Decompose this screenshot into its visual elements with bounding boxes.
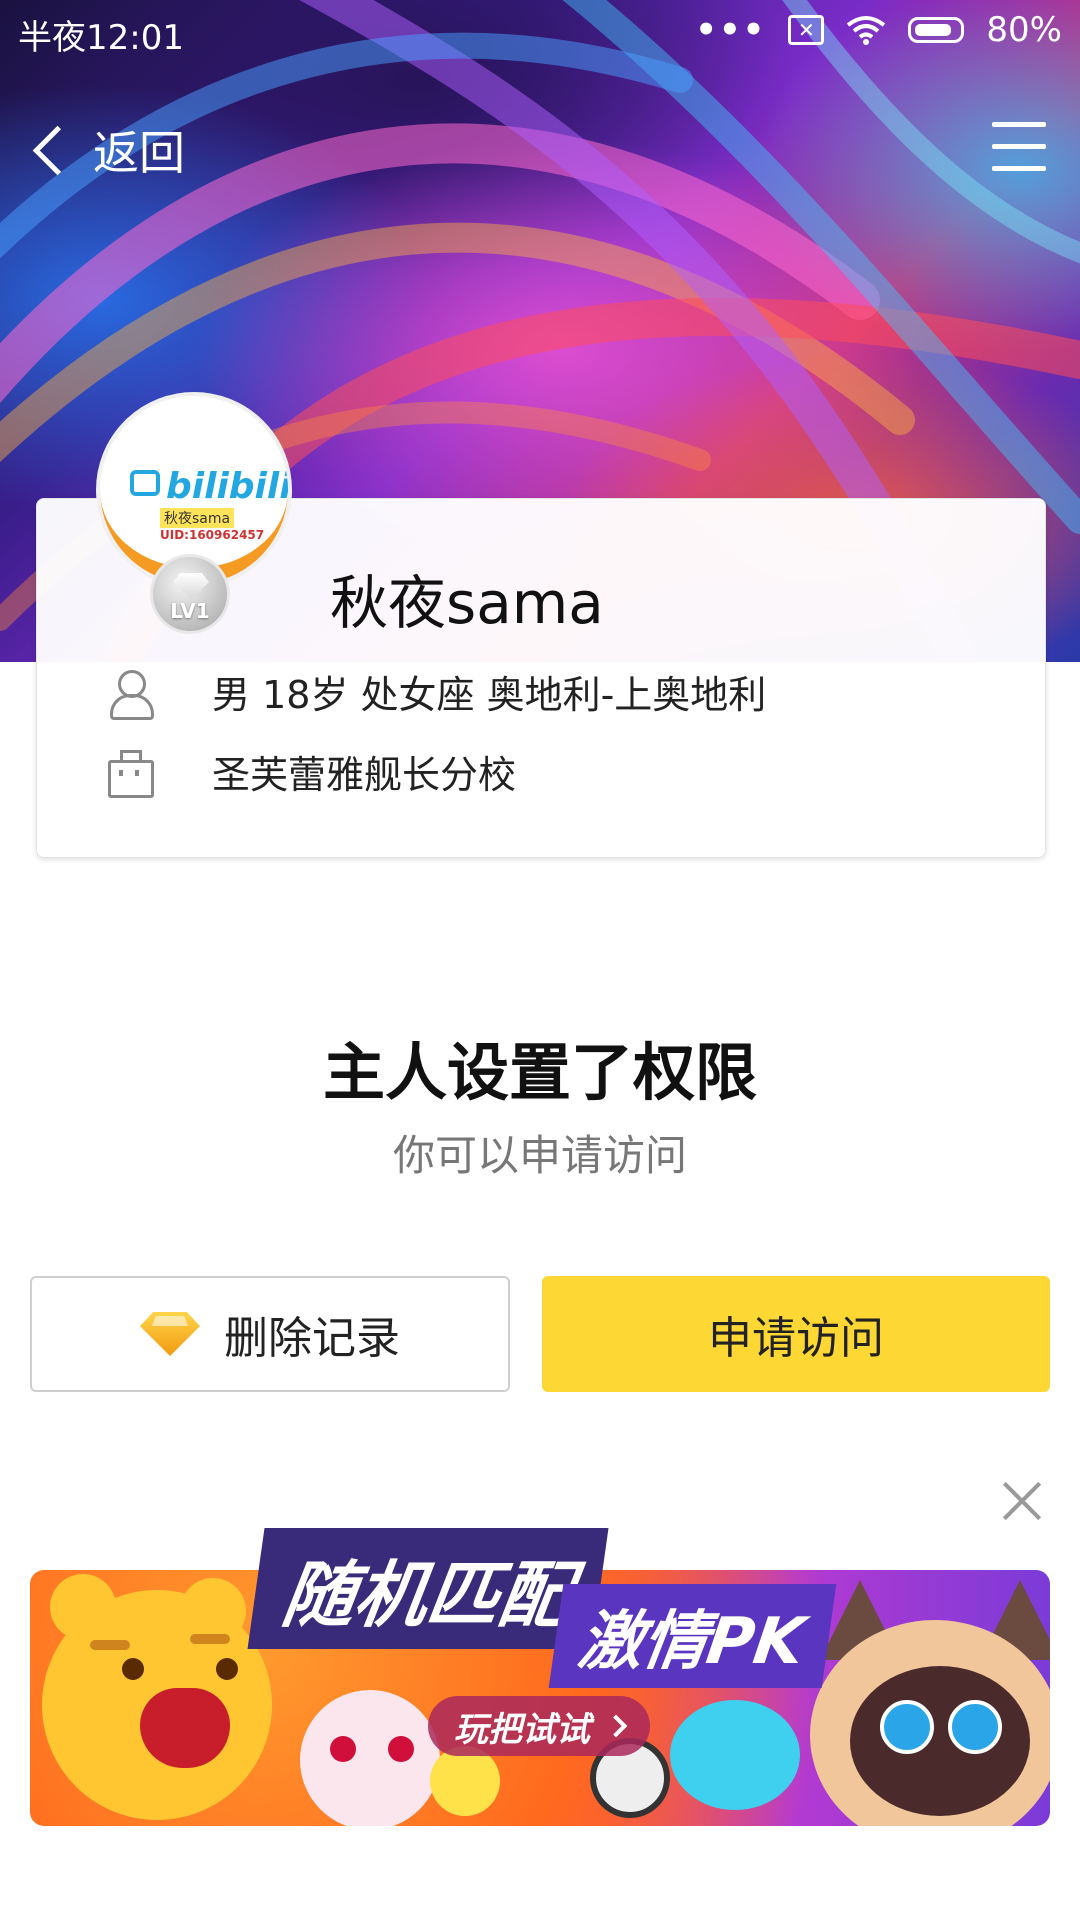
status-icons: ••• ✕ 80%	[695, 10, 1062, 50]
avatar-nickname: 秋夜sama	[160, 508, 235, 528]
diamond-icon	[140, 1312, 200, 1356]
back-button[interactable]: 返回	[22, 112, 185, 188]
avatar-uid: UID:160962457	[160, 528, 265, 542]
diamond-icon	[173, 573, 209, 599]
apply-access-label: 申请访问	[708, 1313, 884, 1364]
permission-subtitle: 你可以申请访问	[392, 1131, 687, 1180]
back-label: 返回	[93, 126, 185, 180]
menu-icon[interactable]	[992, 122, 1046, 174]
delete-record-button[interactable]: 删除记录	[30, 1276, 510, 1392]
briefcase-icon	[106, 748, 154, 798]
ad-headline-2: 激情PK	[548, 1584, 836, 1688]
profile-details-row: 男 18岁 处女座 奥地利-上奥地利	[106, 664, 767, 720]
apply-access-button[interactable]: 申请访问	[542, 1276, 1050, 1392]
no-sim-icon: ✕	[788, 15, 825, 45]
avatar-container: bilibili 秋夜sama UID:160962457 LV1	[96, 392, 296, 640]
chick-mascot-image	[430, 1746, 500, 1816]
username: 秋夜sama	[330, 569, 604, 637]
status-time: 半夜12:01	[18, 18, 184, 58]
delete-record-label: 删除记录	[224, 1313, 400, 1364]
level-badge: LV1	[150, 554, 230, 634]
profile-school-row: 圣芙蕾雅舰长分校	[106, 744, 516, 799]
ad-headline-1: 随机匹配	[247, 1528, 609, 1649]
more-dots-icon: •••	[695, 10, 767, 50]
battery-icon	[908, 17, 965, 43]
permission-title: 主人设置了权限	[322, 1036, 757, 1109]
status-bar: 半夜12:01 ••• ✕ 80%	[0, 0, 1080, 62]
chevron-left-icon	[32, 125, 83, 175]
close-icon[interactable]	[1000, 1478, 1044, 1522]
person-icon	[106, 668, 154, 720]
battery-percent: 80%	[986, 10, 1062, 50]
ad-cta-label: 玩把试试	[454, 1709, 590, 1750]
wifi-icon	[847, 16, 886, 45]
level-label: LV1	[170, 599, 210, 623]
ad-cta-button[interactable]: 玩把试试	[428, 1696, 650, 1756]
fish-mascot-image	[670, 1700, 800, 1810]
profile-school: 圣芙蕾雅舰长分校	[212, 753, 517, 797]
chevron-right-icon	[604, 1714, 628, 1738]
cat-mascot-image	[810, 1580, 1050, 1826]
ad-headline: 随机匹配 激情PK	[247, 1528, 846, 1688]
bilibili-tv-icon	[130, 470, 160, 496]
bilibili-logo: bilibili	[166, 466, 292, 507]
bunny-mascot-image	[300, 1690, 440, 1826]
tiger-mascot-image	[30, 1570, 280, 1826]
profile-details: 男 18岁 处女座 奥地利-上奥地利	[212, 673, 767, 717]
